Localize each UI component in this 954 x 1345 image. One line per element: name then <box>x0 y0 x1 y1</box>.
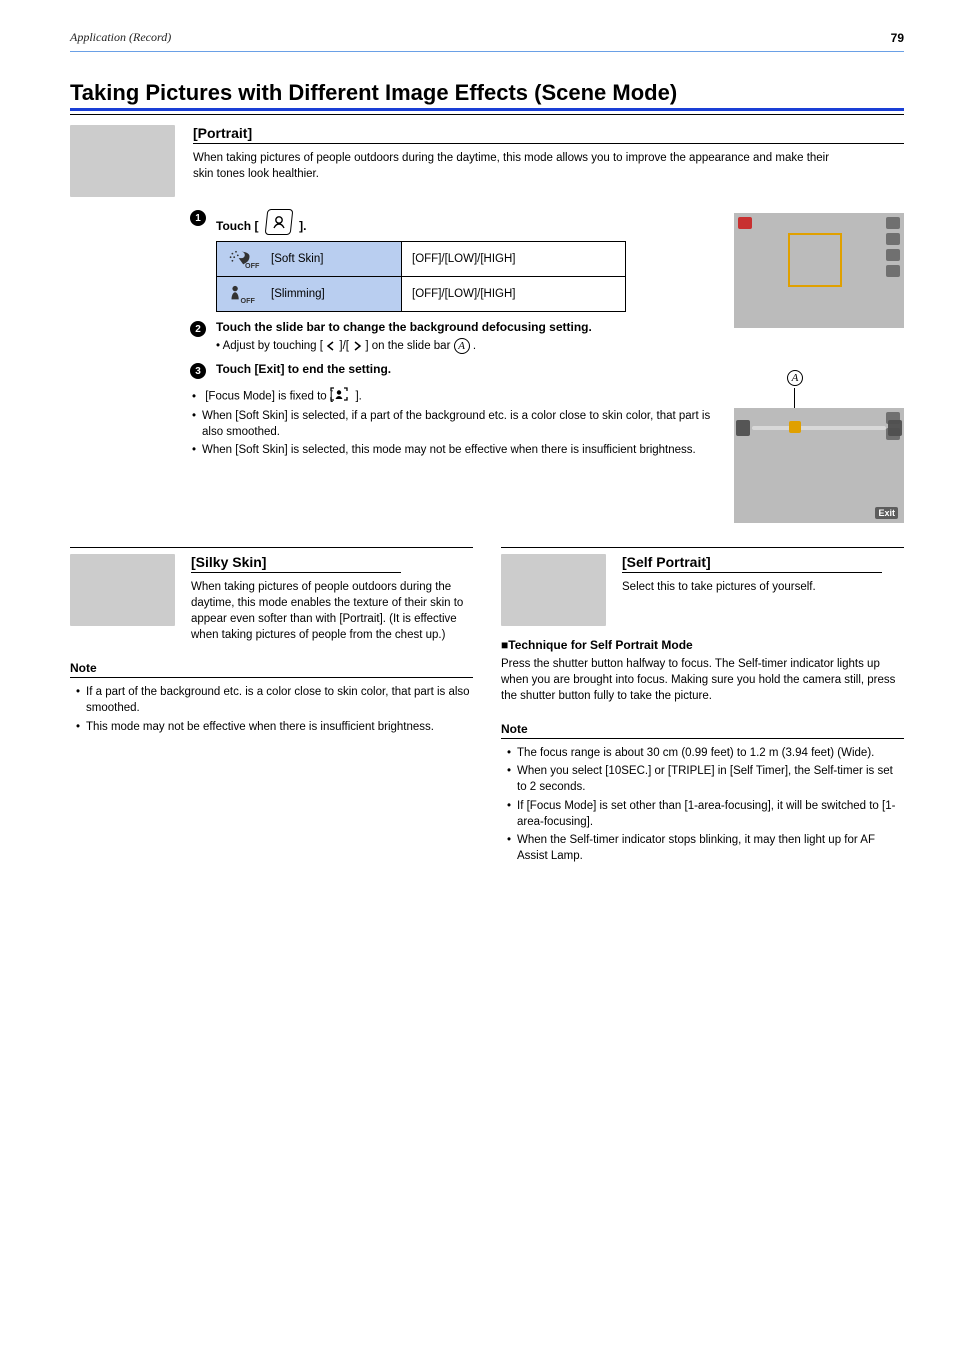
soft-skin-label: [Soft Skin] <box>271 253 323 265</box>
slider-left-button[interactable] <box>736 420 750 436</box>
selfportrait-description: Select this to take pictures of yourself… <box>622 579 882 595</box>
svg-text:OFF: OFF <box>241 296 256 305</box>
page-number: 79 <box>891 31 904 45</box>
technique-heading: ■Technique for Self Portrait Mode <box>501 638 904 652</box>
callout-a: A <box>787 370 803 386</box>
step-2-line2: • Adjust by touching [ ]/[ ] on the slid… <box>216 338 592 354</box>
face-detection-box <box>788 233 842 287</box>
technique-body: Press the shutter button halfway to focu… <box>501 656 904 704</box>
portrait-heading: [Portrait] <box>193 125 904 144</box>
silky-note-1: If a part of the background etc. is a co… <box>74 684 473 716</box>
options-table: OFF [Soft Skin] [OFF]/[LOW]/[HIGH] <box>216 241 626 312</box>
defocus-slider[interactable] <box>752 426 886 430</box>
preview-side-icon <box>886 428 900 440</box>
silky-note-2: This mode may not be effective when ther… <box>74 719 473 735</box>
header-divider <box>70 51 904 52</box>
silky-thumbnail <box>70 554 175 626</box>
portrait-note-1-prefix: [Focus Mode] is fixed to [ <box>205 391 333 403</box>
selfportrait-divider <box>501 547 904 548</box>
portrait-thumbnail <box>70 125 175 197</box>
section-divider-thick <box>70 108 904 111</box>
silky-note-heading: Note <box>70 661 473 678</box>
step-1-text-suffix: ]. <box>299 219 306 233</box>
face-detect-icon <box>340 387 348 406</box>
step-3: 3 Touch [Exit] to end the setting. <box>190 362 714 379</box>
portrait-effect-icon <box>264 209 293 235</box>
preview-slider: Exit <box>734 408 904 523</box>
step-2-line2-tail: . <box>473 340 476 352</box>
step-2-line2-mid: ]/[ <box>339 340 349 352</box>
step-3-text: Touch [Exit] to end the setting. <box>216 362 391 376</box>
selfportrait-note-2: When you select [10SEC.] or [TRIPLE] in … <box>505 763 904 795</box>
slimming-range: [OFF]/[LOW]/[HIGH] <box>402 277 626 312</box>
right-arrow-icon <box>352 341 362 351</box>
breadcrumb: Application (Record) <box>70 30 171 45</box>
silky-heading: [Silky Skin] <box>191 554 401 573</box>
preview-side-icon <box>886 265 900 277</box>
preview-side-icon <box>886 217 900 229</box>
selfportrait-note-3: If [Focus Mode] is set other than [1-are… <box>505 798 904 830</box>
slide-bar-ref-a: A <box>454 338 470 354</box>
preview-side-icon <box>886 233 900 245</box>
portrait-note-3: When [Soft Skin] is selected, this mode … <box>190 442 714 458</box>
slimming-icon: OFF <box>227 283 263 305</box>
step-2-line2-end: ] on the slide bar <box>365 340 453 352</box>
svg-text:OFF: OFF <box>245 261 260 270</box>
slimming-label: [Slimming] <box>271 288 325 300</box>
preview-face-detect <box>734 213 904 328</box>
soft-skin-range: [OFF]/[LOW]/[HIGH] <box>402 242 626 277</box>
selfportrait-note-1: The focus range is about 30 cm (0.99 fee… <box>505 745 904 761</box>
silky-description: When taking pictures of people outdoors … <box>191 579 471 643</box>
step-2-line1: Touch the slide bar to change the backgr… <box>216 320 592 334</box>
section-divider-thin <box>70 114 904 115</box>
preview-side-icon <box>886 412 900 424</box>
selfportrait-note-4: When the Self-timer indicator stops blin… <box>505 832 904 864</box>
soft-skin-icon: OFF <box>227 248 263 270</box>
step-1-text-prefix: Touch [ <box>216 219 258 233</box>
portrait-note-1: [Focus Mode] is fixed to [ ]. <box>190 387 714 406</box>
selfportrait-thumbnail <box>501 554 606 626</box>
portrait-note-2: When [Soft Skin] is selected, if a part … <box>190 408 714 440</box>
section-title: Taking Pictures with Different Image Eff… <box>70 80 904 106</box>
step-2-line2-prefix: • Adjust by touching [ <box>216 340 323 352</box>
defocus-slider-knob[interactable] <box>789 421 801 433</box>
step-number-2: 2 <box>190 321 206 337</box>
step-1: 1 Touch [ ]. <box>190 209 714 312</box>
left-arrow-icon <box>326 341 336 351</box>
preview-mode-badge <box>738 217 752 229</box>
preview-side-icon <box>886 249 900 261</box>
step-number-1: 1 <box>190 210 206 226</box>
page-header: Application (Record) 79 <box>70 30 904 49</box>
step-number-3: 3 <box>190 363 206 379</box>
selfportrait-heading: [Self Portrait] <box>622 554 882 573</box>
step-2: 2 Touch the slide bar to change the back… <box>190 320 714 354</box>
selfportrait-note-heading: Note <box>501 722 904 739</box>
portrait-note-1-suffix: ]. <box>355 391 361 403</box>
exit-button[interactable]: Exit <box>875 507 898 519</box>
portrait-description: When taking pictures of people outdoors … <box>193 150 833 182</box>
silky-divider <box>70 547 473 548</box>
